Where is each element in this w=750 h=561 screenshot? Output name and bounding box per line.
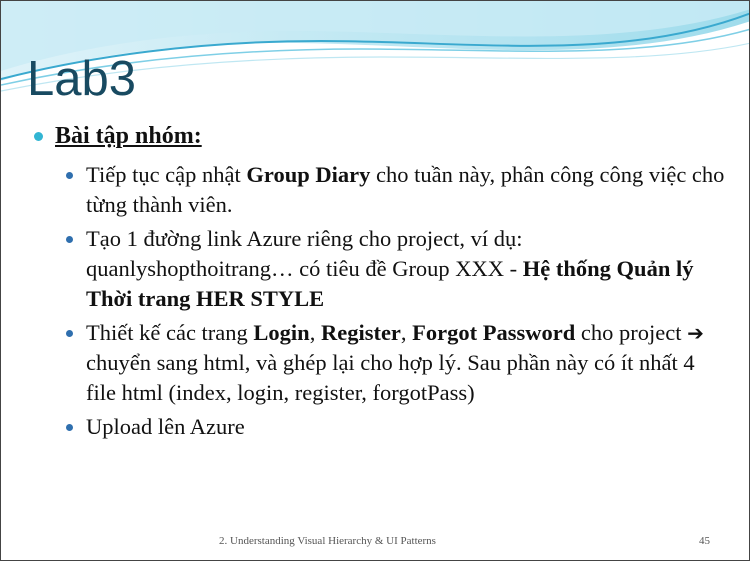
text-run: , bbox=[309, 320, 321, 345]
text-run-bold: Register bbox=[320, 320, 401, 345]
list-item-text: Tiếp tục cập nhật Group Diary cho tuần n… bbox=[86, 160, 726, 220]
right-arrow-icon: ➔ bbox=[687, 321, 704, 345]
slide: Lab3 Bài tập nhóm: Tiếp tục cập nhật Gro… bbox=[0, 0, 750, 561]
list-item-text: Tạo 1 đường link Azure riêng cho project… bbox=[86, 224, 726, 314]
list-item: Tạo 1 đường link Azure riêng cho project… bbox=[66, 224, 734, 314]
slide-body: Bài tập nhóm: Tiếp tục cập nhật Group Di… bbox=[34, 121, 734, 446]
page-number: 45 bbox=[699, 535, 710, 547]
bullet-list: Tiếp tục cập nhật Group Diary cho tuần n… bbox=[66, 160, 734, 442]
list-item-text: Upload lên Azure bbox=[86, 414, 245, 439]
section-label: Bài tập nhóm: bbox=[55, 123, 202, 149]
bullet-icon bbox=[66, 330, 73, 337]
bullet-icon bbox=[66, 236, 73, 243]
text-run-bold: Login bbox=[253, 320, 310, 345]
text-run: Tiếp tục cập nhật bbox=[86, 162, 247, 187]
list-item: Thiết kế các trang Login, Register, Forg… bbox=[66, 318, 734, 408]
text-run-bold: Group Diary bbox=[246, 162, 371, 187]
footer-text: 2. Understanding Visual Hierarchy & UI P… bbox=[219, 535, 436, 547]
list-item: Tiếp tục cập nhật Group Diary cho tuần n… bbox=[66, 160, 734, 220]
text-run: chuyển sang html, và ghép lại cho hợp lý… bbox=[86, 350, 695, 405]
list-item: Upload lên Azure bbox=[66, 412, 734, 442]
text-run: cho project bbox=[575, 320, 688, 345]
section-heading: Bài tập nhóm: bbox=[34, 121, 734, 152]
text-run: Tạo 1 đường link Azure riêng cho project… bbox=[86, 226, 523, 281]
level1-bullet-icon bbox=[34, 132, 43, 141]
bullet-icon bbox=[66, 424, 73, 431]
bullet-icon bbox=[66, 172, 73, 179]
text-run: , bbox=[400, 320, 413, 345]
slide-title: Lab3 bbox=[27, 52, 137, 106]
list-item-text: Thiết kế các trang Login, Register, Forg… bbox=[86, 318, 726, 408]
text-run-bold: Forgot Password bbox=[412, 320, 576, 345]
text-run: Thiết kế các trang bbox=[86, 320, 254, 345]
